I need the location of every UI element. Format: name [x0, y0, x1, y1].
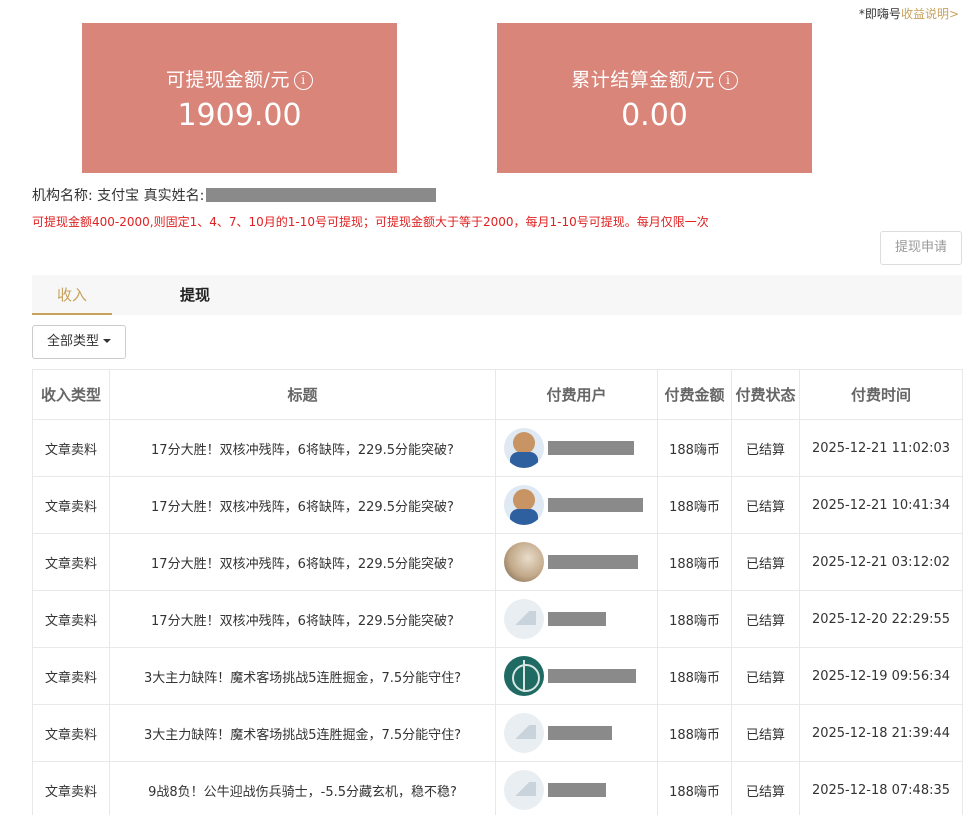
- user-avatar: [504, 770, 544, 810]
- withdrawable-value: 1909.00: [177, 98, 302, 133]
- cell-status: 已结算: [731, 647, 800, 705]
- cell-time: 2025-12-18 21:39:44: [799, 704, 963, 762]
- settled-value: 0.00: [621, 98, 688, 133]
- income-explain-link[interactable]: 收益说明>: [901, 7, 959, 21]
- cell-income-type: 文章卖料: [32, 704, 110, 762]
- cell-status: 已结算: [731, 533, 800, 591]
- table-row: 文章卖料 3大主力缺阵！魔术客场挑战5连胜掘金，7.5分能守住? 188嗨币 已…: [32, 704, 963, 762]
- redacted-username: [548, 498, 643, 512]
- cell-income-type: 文章卖料: [32, 761, 110, 815]
- redacted-username: [548, 555, 638, 569]
- cell-time: 2025-12-18 07:48:35: [799, 761, 963, 815]
- cell-title[interactable]: 3大主力缺阵！魔术客场挑战5连胜掘金，7.5分能守住?: [109, 647, 496, 705]
- cell-amount: 188嗨币: [657, 533, 732, 591]
- withdrawable-label: 可提现金额/元: [166, 69, 290, 91]
- cell-status: 已结算: [731, 704, 800, 762]
- table-row: 文章卖料 17分大胜！双核冲残阵，6将缺阵，229.5分能突破? 188嗨币 已…: [32, 476, 963, 534]
- cell-time: 2025-12-21 10:41:34: [799, 476, 963, 534]
- settled-label-row: 累计结算金额/元 i: [497, 65, 812, 92]
- redacted-username: [548, 441, 634, 455]
- type-filter-dropdown[interactable]: 全部类型: [32, 325, 126, 359]
- user-avatar: [504, 599, 544, 639]
- withdrawable-label-row: 可提现金额/元 i: [82, 65, 397, 92]
- table-header-row: 收入类型 标题 付费用户 付费金额 付费状态 付费时间: [32, 369, 963, 420]
- info-icon[interactable]: i: [718, 71, 738, 90]
- info-icon[interactable]: i: [293, 71, 313, 90]
- cell-amount: 188嗨币: [657, 476, 732, 534]
- cell-amount: 188嗨币: [657, 647, 732, 705]
- cell-amount: 188嗨币: [657, 761, 732, 815]
- cell-status: 已结算: [731, 476, 800, 534]
- redacted-username: [548, 612, 606, 626]
- type-filter-label: 全部类型: [46, 334, 99, 349]
- tab-withdraw[interactable]: 提现: [160, 275, 230, 315]
- cell-title[interactable]: 17分大胜！双核冲残阵，6将缺阵，229.5分能突破?: [109, 419, 496, 477]
- cell-amount: 188嗨币: [657, 590, 732, 648]
- cell-paying-user: [495, 476, 658, 534]
- table-row: 文章卖料 17分大胜！双核冲残阵，6将缺阵，229.5分能突破? 188嗨币 已…: [32, 533, 963, 591]
- redacted-name: [206, 188, 437, 202]
- cell-time: 2025-12-20 22:29:55: [799, 590, 963, 648]
- table-row: 文章卖料 17分大胜！双核冲残阵，6将缺阵，229.5分能突破? 188嗨币 已…: [32, 419, 963, 477]
- cell-time: 2025-12-21 03:12:02: [799, 533, 963, 591]
- cell-title[interactable]: 17分大胜！双核冲残阵，6将缺阵，229.5分能突破?: [109, 533, 496, 591]
- cell-paying-user: [495, 647, 658, 705]
- caret-down-icon: [103, 339, 111, 343]
- cell-title[interactable]: 3大主力缺阵！魔术客场挑战5连胜掘金，7.5分能守住?: [109, 704, 496, 762]
- cell-title[interactable]: 17分大胜！双核冲残阵，6将缺阵，229.5分能突破?: [109, 590, 496, 648]
- redacted-username: [548, 783, 606, 797]
- header-income-type: 收入类型: [32, 369, 110, 420]
- income-table: 收入类型 标题 付费用户 付费金额 付费状态 付费时间 文章卖料 17分大胜！双…: [32, 369, 963, 815]
- cell-status: 已结算: [731, 761, 800, 815]
- cell-amount: 188嗨币: [657, 704, 732, 762]
- withdraw-rule-warning: 可提现金额400-2000,则固定1、4、7、10月的1-10号可提现；可提现金…: [32, 215, 709, 229]
- cell-income-type: 文章卖料: [32, 590, 110, 648]
- cell-paying-user: [495, 533, 658, 591]
- cell-income-type: 文章卖料: [32, 533, 110, 591]
- income-note: *即嗨号收益说明>: [859, 5, 959, 22]
- user-avatar: [504, 428, 544, 468]
- withdrawable-amount-card: 可提现金额/元 i 1909.00: [82, 23, 397, 173]
- table-row: 文章卖料 3大主力缺阵！魔术客场挑战5连胜掘金，7.5分能守住? 188嗨币 已…: [32, 647, 963, 705]
- cell-time: 2025-12-19 09:56:34: [799, 647, 963, 705]
- user-avatar: [504, 656, 544, 696]
- cell-income-type: 文章卖料: [32, 476, 110, 534]
- settled-amount-card: 累计结算金额/元 i 0.00: [497, 23, 812, 173]
- org-info: 机构名称: 支付宝 真实姓名:: [32, 185, 437, 205]
- tab-income[interactable]: 收入: [32, 275, 112, 315]
- user-avatar: [504, 542, 544, 582]
- cell-income-type: 文章卖料: [32, 419, 110, 477]
- header-status: 付费状态: [731, 369, 800, 420]
- redacted-username: [548, 726, 612, 740]
- cell-income-type: 文章卖料: [32, 647, 110, 705]
- header-time: 付费时间: [799, 369, 963, 420]
- table-row: 文章卖料 17分大胜！双核冲残阵，6将缺阵，229.5分能突破? 188嗨币 已…: [32, 590, 963, 648]
- cell-time: 2025-12-21 11:02:03: [799, 419, 963, 477]
- cell-paying-user: [495, 704, 658, 762]
- cell-amount: 188嗨币: [657, 419, 732, 477]
- header-title: 标题: [109, 369, 496, 420]
- org-info-text: 机构名称: 支付宝 真实姓名:: [32, 188, 205, 204]
- user-avatar: [504, 485, 544, 525]
- header-paying-user: 付费用户: [495, 369, 658, 420]
- cell-status: 已结算: [731, 419, 800, 477]
- header-amount: 付费金额: [657, 369, 732, 420]
- settled-label: 累计结算金额/元: [571, 69, 715, 91]
- redacted-username: [548, 669, 636, 683]
- user-avatar: [504, 713, 544, 753]
- cell-paying-user: [495, 419, 658, 477]
- cell-title[interactable]: 9战8负！公牛迎战伤兵骑士，-5.5分藏玄机，稳不稳?: [109, 761, 496, 815]
- income-note-prefix: *即嗨号: [858, 7, 901, 21]
- withdraw-apply-button[interactable]: 提现申请: [880, 231, 962, 265]
- table-row: 文章卖料 9战8负！公牛迎战伤兵骑士，-5.5分藏玄机，稳不稳? 188嗨币 已…: [32, 761, 963, 815]
- cell-paying-user: [495, 761, 658, 815]
- tab-bar: 收入 提现: [32, 275, 962, 315]
- cell-status: 已结算: [731, 590, 800, 648]
- cell-paying-user: [495, 590, 658, 648]
- cell-title[interactable]: 17分大胜！双核冲残阵，6将缺阵，229.5分能突破?: [109, 476, 496, 534]
